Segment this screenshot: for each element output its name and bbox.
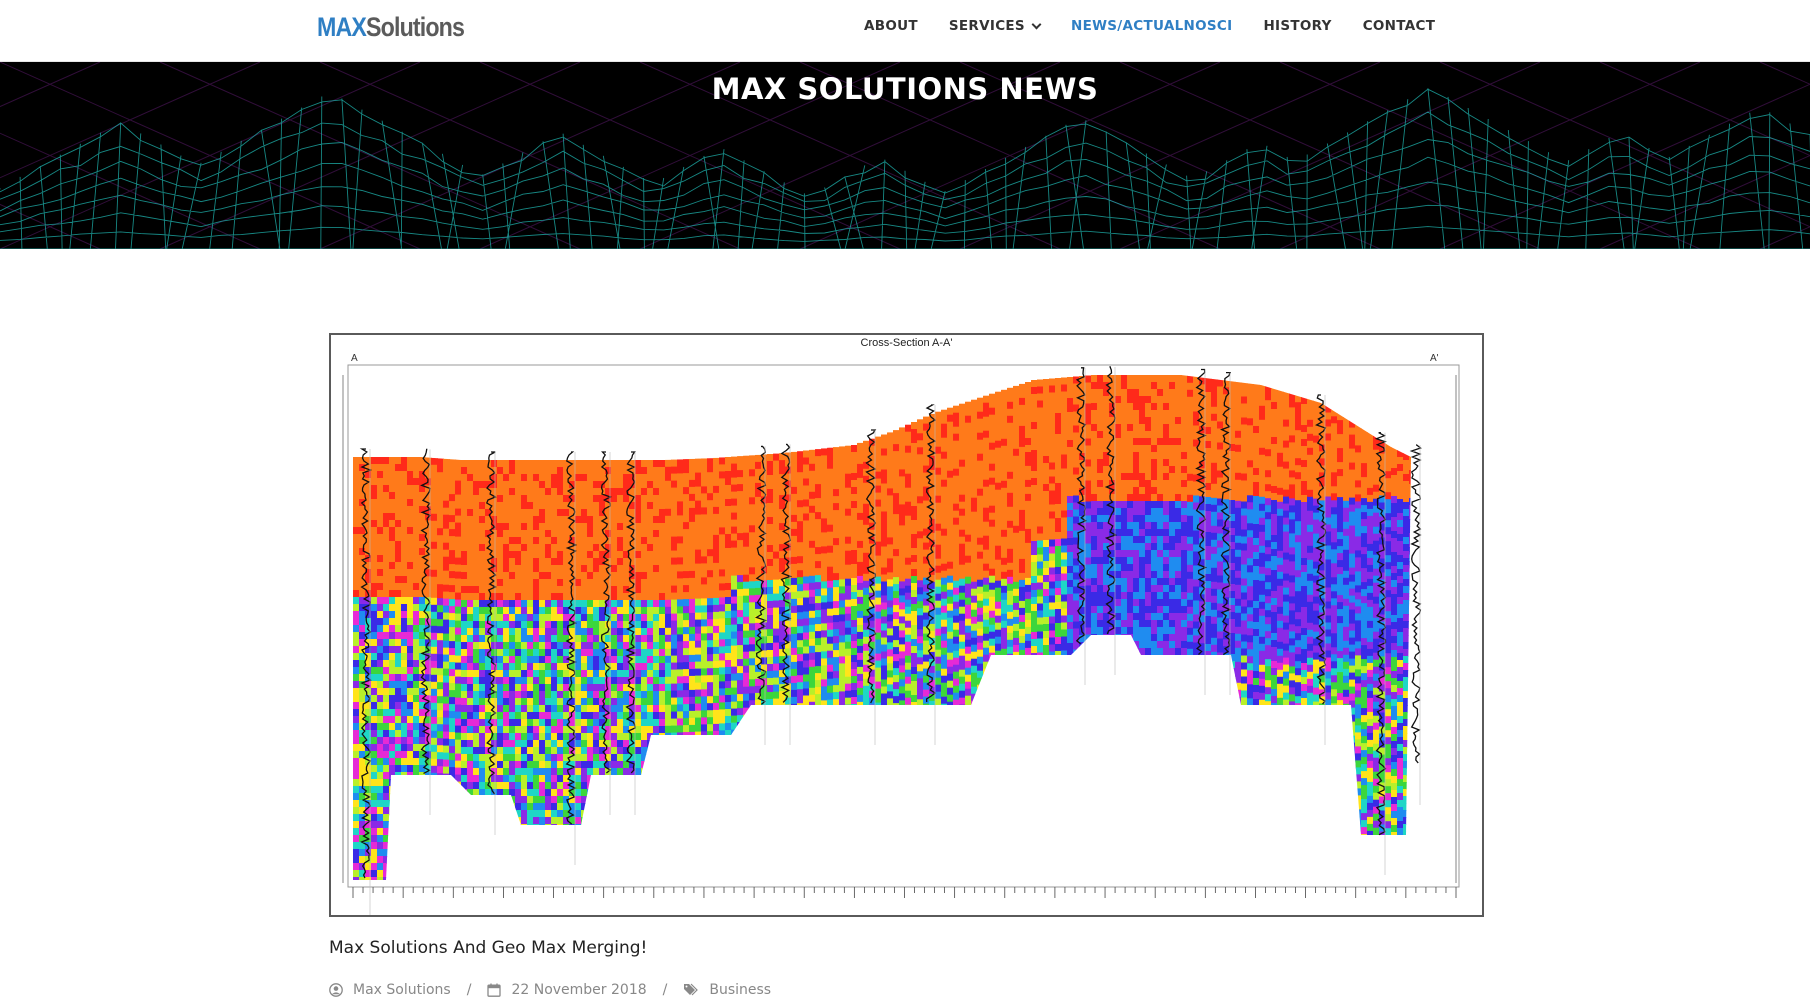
post-category[interactable]: Business (709, 982, 771, 998)
nav-news[interactable]: NEWS/ACTUALNOSCI (1071, 18, 1232, 34)
section-label-a-prime: A' (1430, 353, 1439, 364)
meta-separator: / (662, 982, 668, 998)
tags-icon (684, 983, 699, 996)
nav-about[interactable]: ABOUT (864, 18, 918, 34)
nav-history-label: HISTORY (1263, 18, 1332, 34)
nav-services[interactable]: SERVICES (948, 18, 1042, 34)
meta-separator: / (466, 982, 472, 998)
section-label-a: A (351, 353, 358, 364)
site-header: MAX Solutions ABOUT SERVICES NEWS/ACTUALN… (0, 0, 1810, 62)
nav-services-label: SERVICES (948, 18, 1025, 34)
nav-about-label: ABOUT (864, 18, 918, 34)
main-nav: ABOUT SERVICES NEWS/ACTUALNOSCI HISTORY … (864, 18, 1466, 34)
post-author[interactable]: Max Solutions (353, 982, 451, 998)
hero-banner: MAX SOLUTIONS NEWS (0, 62, 1810, 249)
site-logo[interactable]: MAX Solutions (317, 12, 465, 42)
logo-solutions: Solutions (366, 12, 465, 42)
calendar-icon (487, 983, 502, 997)
hero-title: MAX SOLUTIONS NEWS (711, 72, 1099, 106)
post-title[interactable]: Max Solutions And Geo Max Merging! (329, 938, 647, 958)
nav-contact-label: CONTACT (1362, 18, 1436, 34)
user-icon (329, 983, 343, 997)
post-date: 22 November 2018 (511, 982, 647, 998)
chevron-down-icon (1031, 19, 1042, 29)
nav-news-label: NEWS/ACTUALNOSCI (1070, 18, 1233, 34)
article-featured-image[interactable]: A A' Cross-Section A-A' (329, 333, 1484, 917)
post-meta: Max Solutions / 22 November 2018 / Busin… (329, 982, 771, 998)
figure-caption: Cross-Section A-A' (860, 337, 953, 349)
cross-section-image: A A' (342, 353, 1460, 915)
nav-history[interactable]: HISTORY (1263, 18, 1331, 34)
logo-max: MAX (317, 12, 367, 42)
nav-contact[interactable]: CONTACT (1363, 18, 1436, 34)
